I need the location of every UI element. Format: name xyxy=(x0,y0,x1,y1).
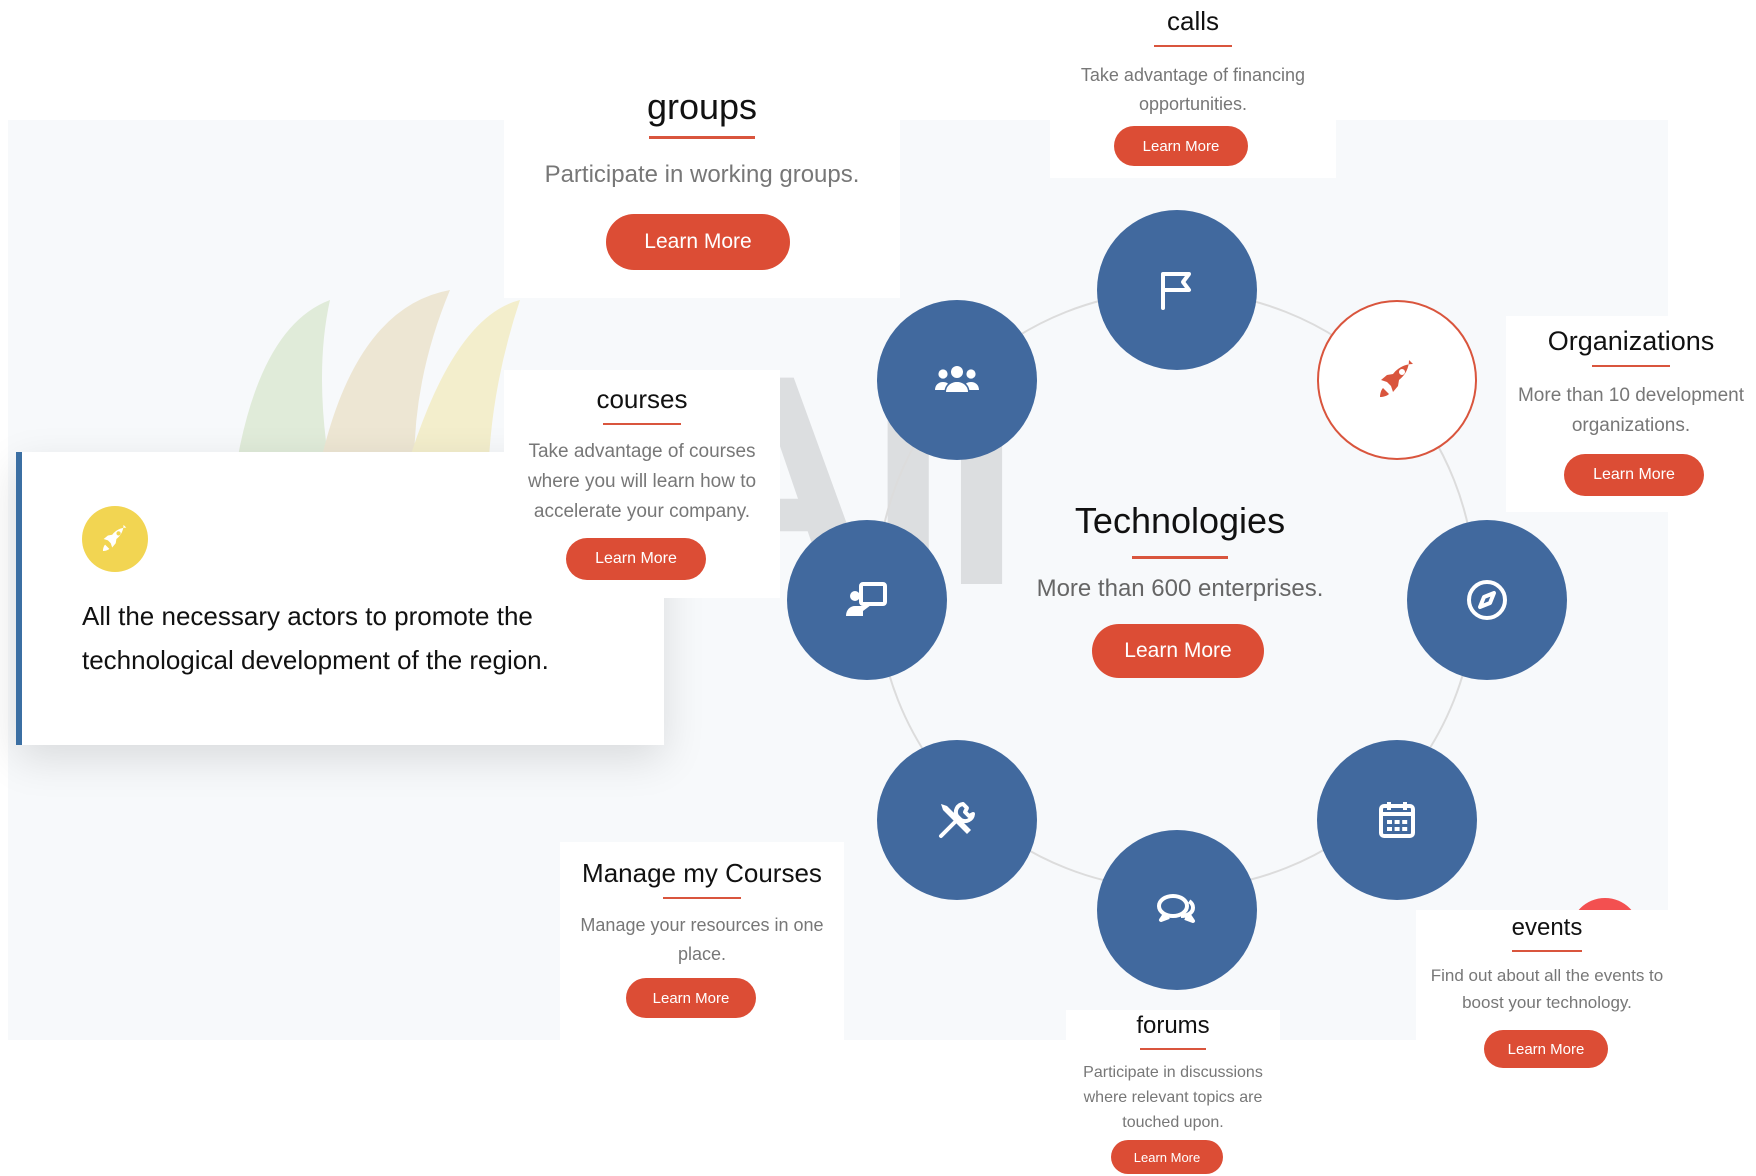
forums-learn-more-button[interactable]: Learn More xyxy=(1111,1140,1223,1174)
organizations-title: Organizations xyxy=(1547,326,1715,356)
hero-text: All the necessary actors to promote the … xyxy=(82,601,549,675)
forums-title: forums xyxy=(1136,1012,1210,1039)
users-group-icon xyxy=(935,366,979,392)
technologies-learn-more-button[interactable]: Learn More xyxy=(1092,624,1264,678)
center-title-underline xyxy=(1132,556,1228,559)
rocket-badge-icon xyxy=(82,506,148,572)
events-node[interactable] xyxy=(1317,740,1477,900)
organizations-description: More than 10 development organizations. xyxy=(1517,385,1745,436)
courses-node[interactable] xyxy=(787,520,947,680)
forums-node[interactable] xyxy=(1097,830,1257,990)
technologies-node[interactable] xyxy=(1407,520,1567,680)
calendar-icon xyxy=(1379,802,1415,838)
calls-node[interactable] xyxy=(1097,210,1257,370)
groups-title-underline xyxy=(649,136,755,139)
forums-title-underline xyxy=(1140,1048,1206,1050)
events-title-underline xyxy=(1512,950,1582,952)
events-description: Find out about all the events to boost y… xyxy=(1430,966,1664,1012)
calls-description: Take advantage of financing opportunitie… xyxy=(1080,65,1306,114)
courses-title-underline xyxy=(603,423,681,425)
center-description: More than 600 enterprises. xyxy=(1036,575,1324,602)
organizations-learn-more-button[interactable]: Learn More xyxy=(1564,454,1704,496)
center-title: Technologies xyxy=(1074,500,1286,541)
groups-learn-more-button[interactable]: Learn More xyxy=(606,214,790,270)
calls-learn-more-button[interactable]: Learn More xyxy=(1114,126,1248,166)
events-learn-more-button[interactable]: Learn More xyxy=(1484,1030,1608,1068)
courses-title: courses xyxy=(596,384,688,414)
rocket-icon xyxy=(1380,360,1413,397)
organizations-node[interactable] xyxy=(1317,300,1477,460)
calls-title: calls xyxy=(1166,6,1219,36)
calls-title-underline xyxy=(1154,45,1232,47)
groups-node[interactable] xyxy=(877,300,1037,460)
manage-courses-learn-more-button[interactable]: Learn More xyxy=(626,978,756,1018)
manage-courses-title-underline xyxy=(663,897,741,899)
events-title: events xyxy=(1511,914,1583,941)
center-block: Technologies More than 600 enterprises. xyxy=(1010,500,1350,603)
tools-icon xyxy=(939,802,975,838)
forums-description: Participate in discussions where relevan… xyxy=(1083,1064,1263,1131)
rocket-icon xyxy=(102,524,127,552)
manage-courses-node[interactable] xyxy=(877,740,1037,900)
manage-courses-title: Manage my Courses xyxy=(582,858,822,888)
groups-title: groups xyxy=(646,86,758,127)
chat-bubbles-icon xyxy=(1157,894,1196,923)
manage-courses-description: Manage your resources in one place. xyxy=(580,915,824,964)
organizations-title-underline xyxy=(1592,365,1670,367)
flag-icon xyxy=(1161,272,1191,310)
courses-learn-more-button[interactable]: Learn More xyxy=(566,538,706,580)
teacher-board-icon xyxy=(846,582,887,616)
compass-icon xyxy=(1467,580,1507,620)
courses-description: Take advantage of courses where you will… xyxy=(527,441,757,522)
groups-description: Participate in working groups. xyxy=(544,161,860,188)
